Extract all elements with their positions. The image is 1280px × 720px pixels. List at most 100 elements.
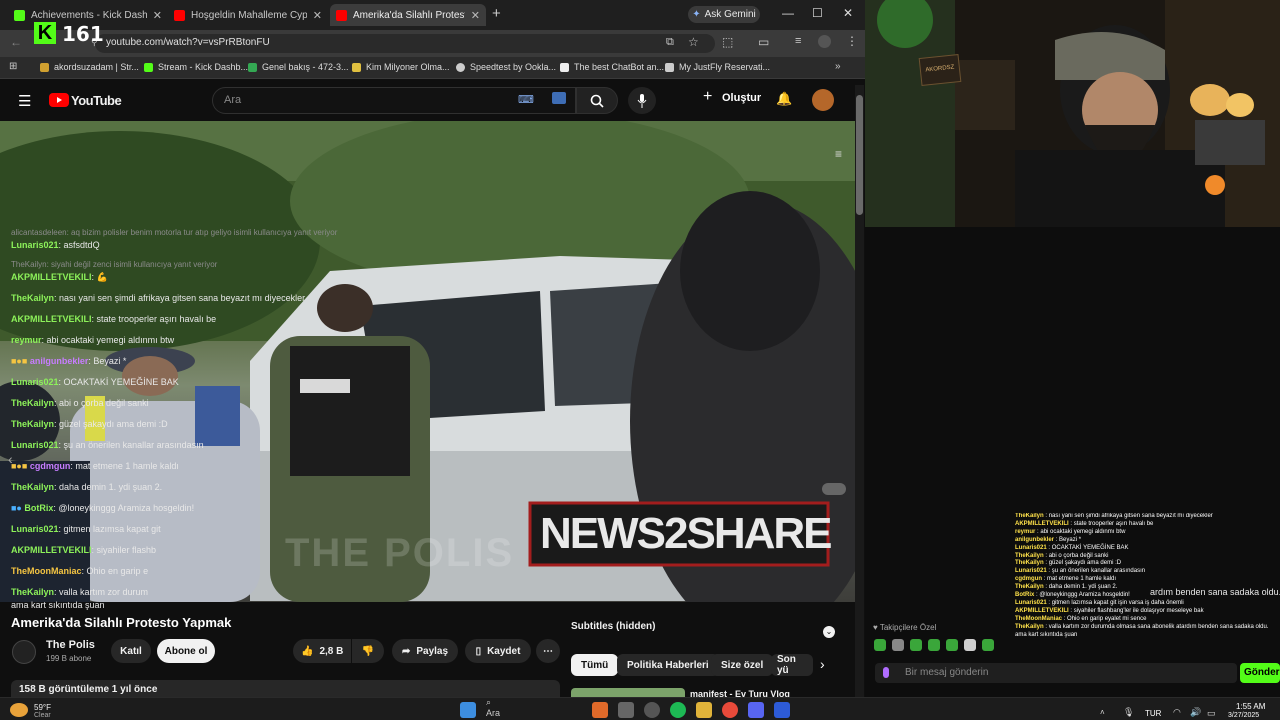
chat-username[interactable]: Lunaris021 xyxy=(11,440,59,450)
extensions-icon[interactable]: ⬚ xyxy=(722,35,733,49)
chat-username[interactable]: TheMoonManiac xyxy=(11,566,82,576)
bookmark-item[interactable]: Kim Milyoner Olma... xyxy=(352,62,450,72)
chat-message-input[interactable]: Bir mesaj gönderin xyxy=(875,663,1237,683)
chat-username[interactable]: Lunaris021 xyxy=(11,377,59,387)
bookmark-item[interactable]: My JustFly Reservati... xyxy=(665,62,770,72)
app-icon[interactable] xyxy=(774,702,790,718)
save-button[interactable]: ▯ Kaydet xyxy=(465,639,531,663)
chat-username[interactable]: cgdmgun xyxy=(30,461,71,471)
input-language[interactable]: TUR xyxy=(1145,709,1161,718)
emote-icon[interactable] xyxy=(910,639,922,651)
page-scrollbar[interactable] xyxy=(855,85,864,697)
windows-start-icon[interactable] xyxy=(460,702,476,718)
cast-icon[interactable]: ▭ xyxy=(758,35,769,49)
bookmark-star-icon[interactable]: ☆ xyxy=(688,35,699,49)
tab-hosgeldin[interactable]: Hoşgeldin Mahalleme Cypher ✕ xyxy=(168,4,328,26)
profile-avatar[interactable] xyxy=(818,35,831,48)
chat-username[interactable]: BotRix xyxy=(24,503,53,513)
media-icon[interactable]: ≡ xyxy=(795,35,801,47)
more-actions-button[interactable]: ⋯ xyxy=(536,639,560,663)
bookmark-item[interactable]: Stream - Kick Dashb... xyxy=(144,62,248,72)
send-button[interactable]: Gönder xyxy=(1240,663,1280,683)
chat-username[interactable]: anilgunbekler xyxy=(30,356,89,366)
tray-chevron-icon[interactable]: ˄ xyxy=(1100,708,1105,717)
app-icon[interactable] xyxy=(618,702,634,718)
close-tab-icon[interactable]: ✕ xyxy=(153,9,162,22)
emote-icon[interactable] xyxy=(928,639,940,651)
file-explorer-icon[interactable] xyxy=(696,702,712,718)
youtube-logo-icon[interactable] xyxy=(49,93,69,107)
browser-menu-icon[interactable]: ⋮ xyxy=(846,34,858,48)
chat-username[interactable]: Lunaris021 xyxy=(11,524,59,534)
wifi-icon[interactable]: ◠ xyxy=(1173,707,1181,718)
new-tab-button[interactable]: + xyxy=(492,5,501,22)
account-avatar[interactable] xyxy=(812,89,834,111)
clock-time[interactable]: 1:55 AM xyxy=(1236,702,1265,711)
channel-name[interactable]: The Polis xyxy=(46,639,95,651)
channel-avatar[interactable] xyxy=(12,640,36,664)
chat-username[interactable]: Lunaris021 xyxy=(11,240,59,250)
minimize-icon[interactable]: — xyxy=(782,6,794,20)
tab-active-video[interactable]: Amerika'da Silahlı Protesto Yap ✕ xyxy=(330,4,486,26)
more-bookmarks-icon[interactable]: » xyxy=(835,61,841,72)
voice-search-button[interactable] xyxy=(628,87,656,114)
chevron-right-icon[interactable]: › xyxy=(820,656,825,672)
subtitles-panel-header[interactable]: Subtitles (hidden) xyxy=(571,621,841,641)
microphone-tray-icon[interactable]: 🎙 xyxy=(1123,707,1134,718)
close-tab-icon[interactable]: ✕ xyxy=(313,9,322,22)
like-button[interactable]: 👍 2,8 B xyxy=(293,639,351,663)
emote-icon[interactable] xyxy=(964,639,976,651)
chrome-icon[interactable] xyxy=(722,702,738,718)
next-video-thumbnail[interactable] xyxy=(571,688,685,697)
autoplay-toggle[interactable] xyxy=(822,483,846,495)
battery-icon[interactable]: ▭ xyxy=(1207,708,1216,719)
chevron-down-icon[interactable]: ⌄ xyxy=(823,626,835,638)
discord-icon[interactable] xyxy=(748,702,764,718)
chat-username[interactable]: TheKailyn xyxy=(11,293,54,303)
chat-username[interactable]: TheKailyn xyxy=(11,398,54,408)
spotify-icon[interactable] xyxy=(670,702,686,718)
hamburger-menu-icon[interactable]: ☰ xyxy=(18,92,31,110)
chat-username[interactable]: TheKailyn xyxy=(11,482,54,492)
chip-for-you[interactable]: Size özel xyxy=(711,654,774,676)
playlist-icon[interactable]: ≡ xyxy=(835,147,842,161)
chat-username[interactable]: AKPMILLETVEKILI xyxy=(11,314,92,324)
bookmark-item[interactable]: akordsuzadam | Str... xyxy=(40,62,139,72)
chat-username[interactable]: reymur xyxy=(11,335,42,345)
maximize-icon[interactable]: ☐ xyxy=(812,6,823,20)
chat-username[interactable]: AKPMILLETVEKILI xyxy=(11,272,92,282)
emote-icon[interactable] xyxy=(874,639,886,651)
keyboard-icon[interactable]: ⌨ xyxy=(518,93,534,106)
notifications-bell-icon[interactable]: 🔔 xyxy=(776,91,792,107)
taskbar-search[interactable]: ⌕ Ara xyxy=(486,697,502,720)
chat-username[interactable]: TheKailyn xyxy=(11,587,54,597)
close-tab-icon[interactable]: ✕ xyxy=(471,9,480,22)
apps-grid-icon[interactable]: ⊞ xyxy=(9,61,17,72)
translate-icon[interactable] xyxy=(552,92,566,104)
create-button[interactable]: Oluştur xyxy=(722,92,761,104)
emote-picker-icon[interactable] xyxy=(883,667,889,678)
search-button[interactable] xyxy=(576,87,618,114)
subscribe-button[interactable]: Abone ol xyxy=(157,639,215,663)
bookmark-item[interactable]: Speedtest by Ookla... xyxy=(456,62,556,72)
chip-all[interactable]: Tümü xyxy=(571,654,619,676)
scrollbar-thumb[interactable] xyxy=(856,95,863,215)
emote-icon[interactable] xyxy=(892,639,904,651)
app-icon[interactable] xyxy=(644,702,660,718)
back-icon[interactable]: ← xyxy=(10,35,22,49)
chip-recent[interactable]: Son yü xyxy=(771,654,813,676)
weather-icon[interactable] xyxy=(10,703,28,717)
share-button[interactable]: ➦ Paylaş xyxy=(392,639,458,663)
clock-date[interactable]: 3/27/2025 xyxy=(1228,712,1259,719)
ask-gemini-button[interactable]: ✦ Ask Gemini xyxy=(688,6,760,23)
install-app-icon[interactable]: ⧉ xyxy=(666,36,674,49)
app-icon[interactable] xyxy=(592,702,608,718)
join-button[interactable]: Katıl xyxy=(111,639,151,663)
chip-politics[interactable]: Politika Haberleri xyxy=(617,654,719,676)
bookmark-item[interactable]: Genel bakış - 472-3... xyxy=(248,62,349,72)
emote-icon[interactable] xyxy=(946,639,958,651)
close-window-icon[interactable]: ✕ xyxy=(843,6,853,20)
dislike-button[interactable]: 👎 xyxy=(352,639,384,663)
chat-username[interactable]: TheKailyn xyxy=(11,419,54,429)
chat-username[interactable]: AKPMILLETVEKILI xyxy=(11,545,92,555)
